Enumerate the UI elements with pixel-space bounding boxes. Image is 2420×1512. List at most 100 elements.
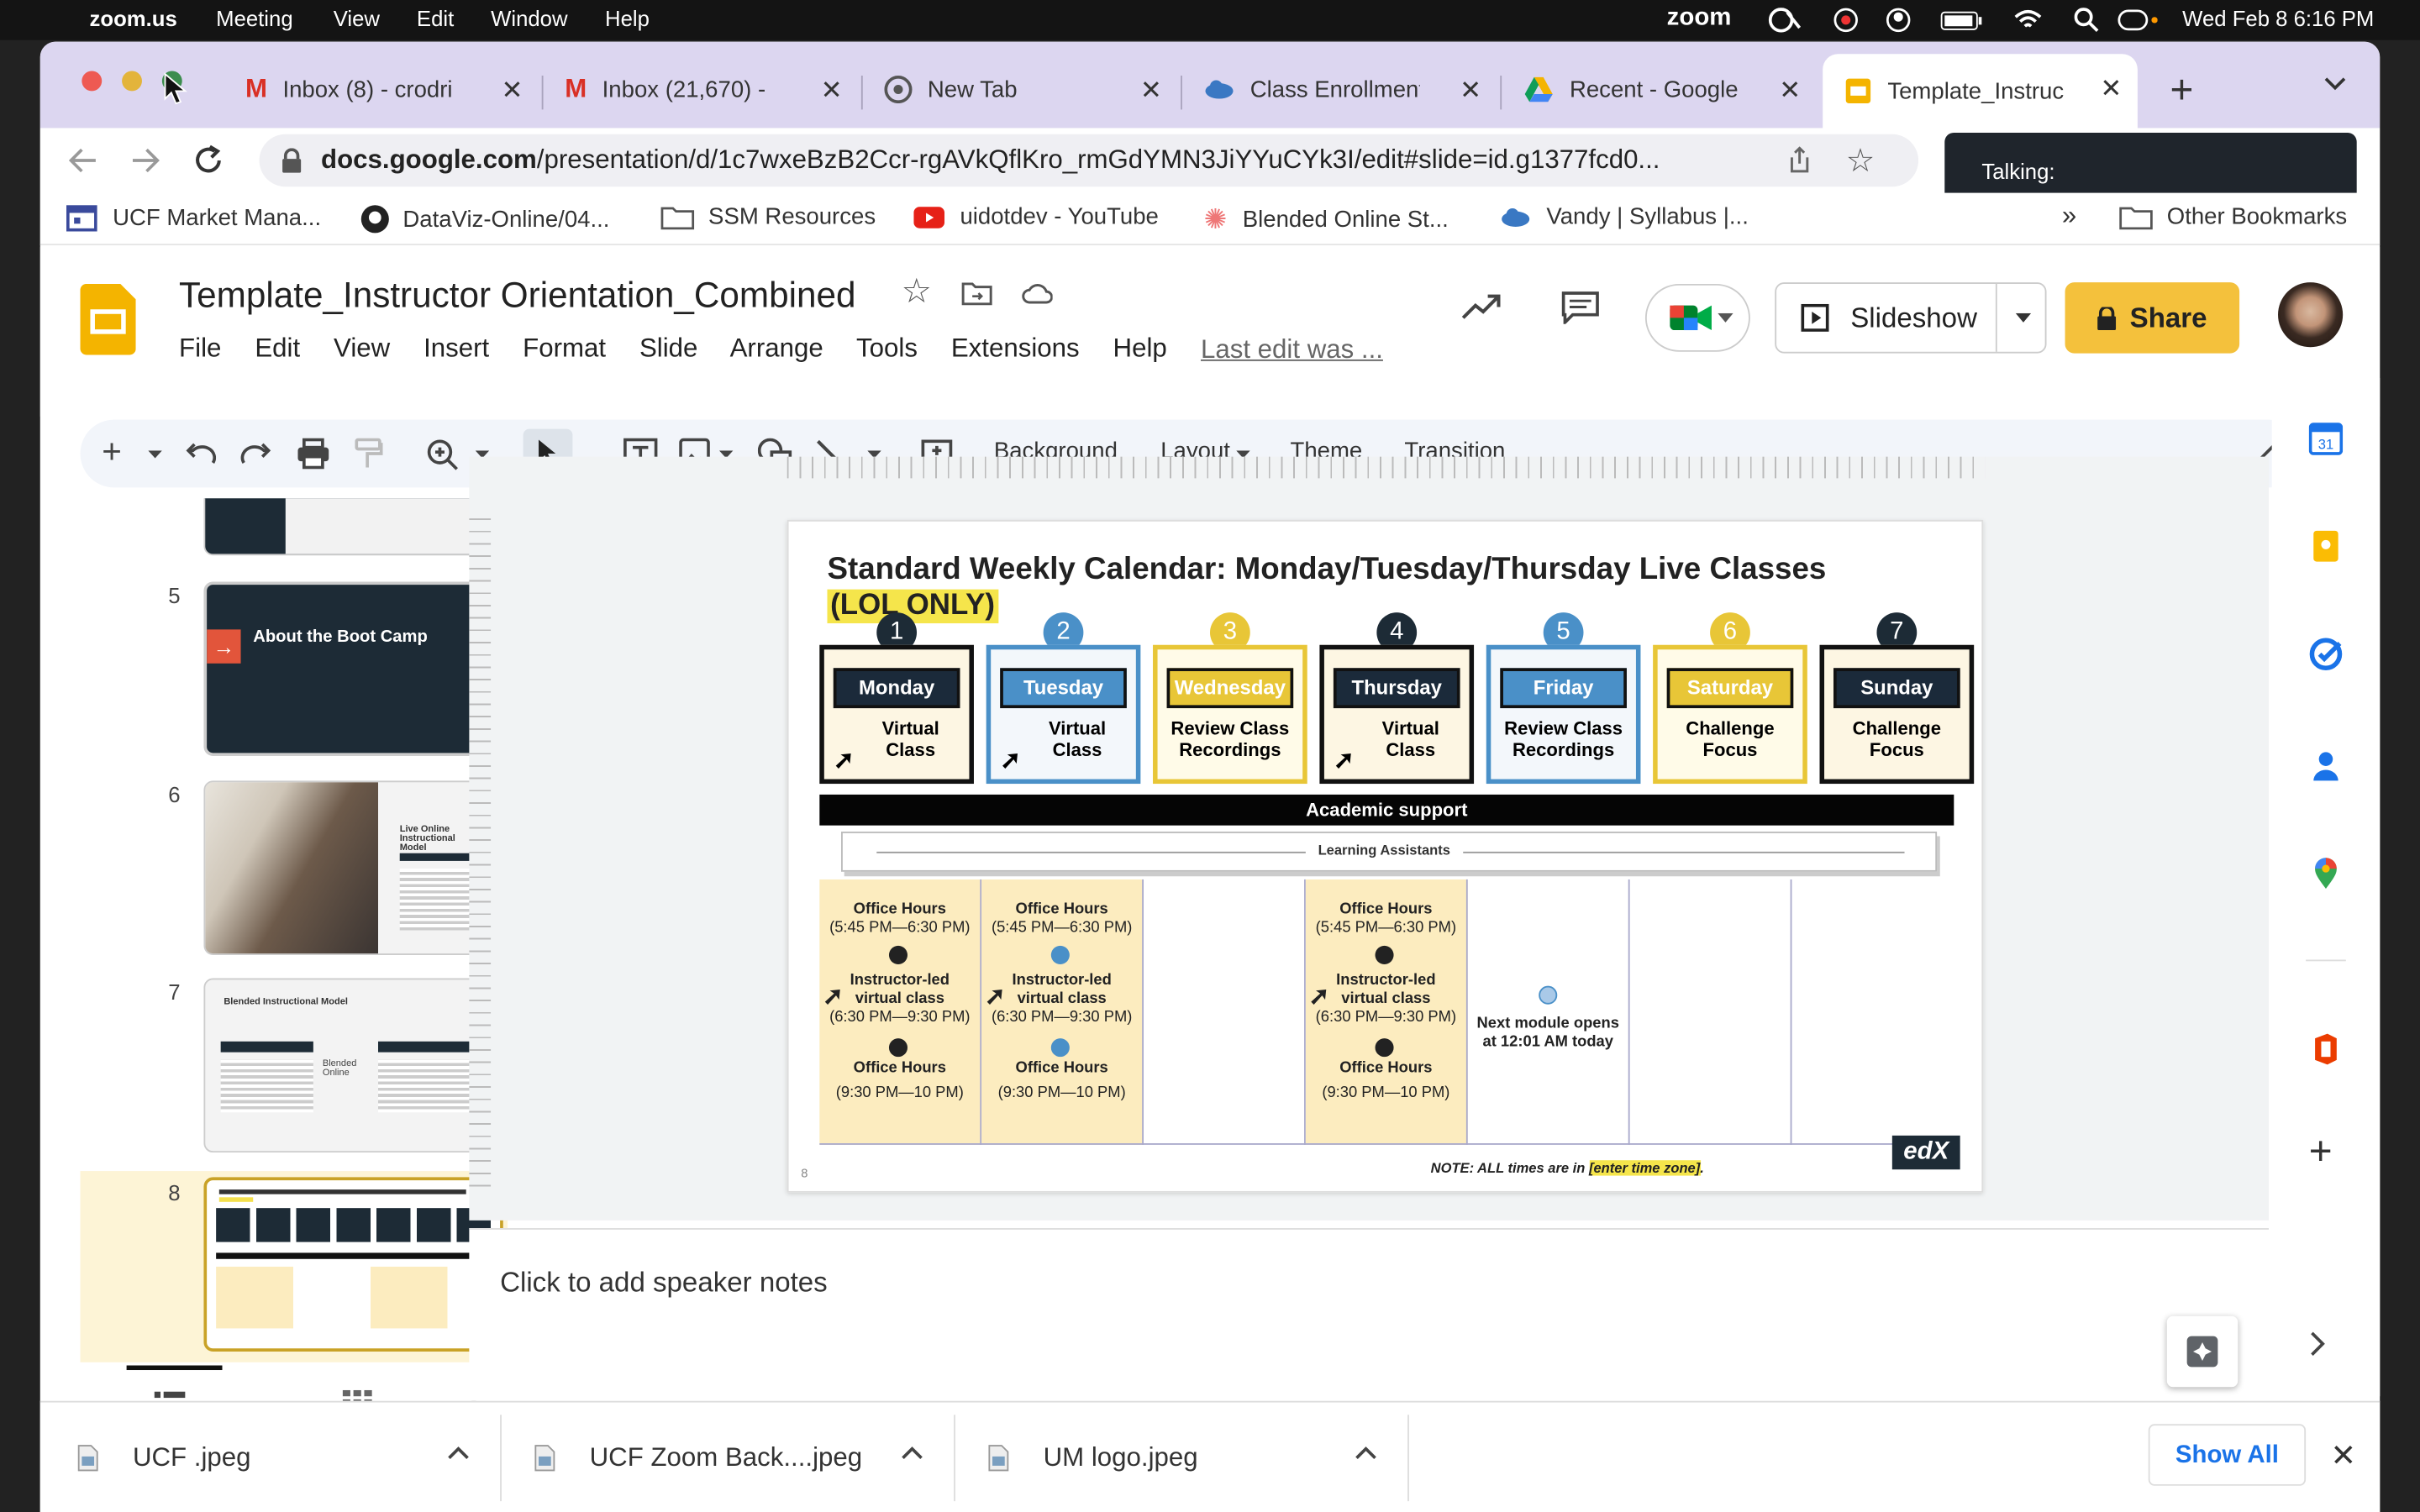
new-slide-plus-icon[interactable]: +: [102, 432, 122, 472]
download-item-ucf-zoom-back[interactable]: UCF Zoom Back....jpeg: [534, 1427, 923, 1488]
meet-button[interactable]: [1644, 283, 1750, 352]
slide-8[interactable]: Standard Weekly Calendar: Monday/Tuesday…: [786, 519, 1984, 1193]
slide-thumbnail-5[interactable]: → About the Boot Camp: [203, 581, 503, 756]
reload-icon[interactable]: [192, 144, 225, 177]
menu-slide[interactable]: Slide: [639, 333, 697, 363]
menu-edit[interactable]: Edit: [255, 333, 300, 363]
tab-template-instructor[interactable]: Template_Instruc ✕: [1823, 54, 2138, 129]
menu-tools[interactable]: Tools: [856, 333, 918, 363]
menubar-item-view[interactable]: View: [334, 6, 380, 30]
paint-format-icon[interactable]: [355, 438, 383, 470]
redo-icon[interactable]: [240, 441, 272, 465]
close-tab-icon[interactable]: ✕: [1779, 76, 1801, 107]
slide-thumbnail-6[interactable]: Live Online Instructional Model: [203, 780, 503, 955]
close-tab-icon[interactable]: ✕: [1140, 76, 1162, 107]
bookmarks-overflow-icon[interactable]: »: [2062, 201, 2076, 232]
tasks-icon[interactable]: [2309, 638, 2343, 671]
share-page-icon[interactable]: [1787, 146, 1812, 174]
show-all-button[interactable]: Show All: [2148, 1424, 2307, 1486]
bookmark-blended-online[interactable]: ✺ Blended Online St...: [1204, 203, 1449, 236]
last-edit-link[interactable]: Last edit was ...: [1201, 335, 1383, 366]
menubar-datetime[interactable]: Wed Feb 8 6:16 PM: [2182, 6, 2374, 30]
menu-help[interactable]: Help: [1113, 333, 1167, 363]
menubar-app-name[interactable]: zoom.us: [90, 6, 177, 30]
menubar-item-window[interactable]: Window: [491, 6, 567, 30]
slide-thumbnail-4[interactable]: [203, 498, 503, 556]
menu-arrange[interactable]: Arrange: [730, 333, 823, 363]
slideshow-button[interactable]: Slideshow: [1775, 282, 2048, 354]
wifi-icon[interactable]: [2012, 8, 2044, 32]
spotlight-search-icon[interactable]: [2074, 8, 2099, 33]
close-tab-icon[interactable]: ✕: [2100, 74, 2122, 105]
close-tab-icon[interactable]: ✕: [821, 76, 843, 107]
explore-button[interactable]: [2166, 1315, 2238, 1388]
move-folder-icon[interactable]: [961, 281, 992, 306]
bookmark-other[interactable]: Other Bookmarks: [2119, 203, 2347, 230]
menu-insert[interactable]: Insert: [424, 333, 489, 363]
download-options-chevron-icon[interactable]: [1355, 1446, 1377, 1460]
add-addon-plus-icon[interactable]: +: [2309, 1131, 2343, 1171]
tab-new-tab[interactable]: New Tab ✕: [884, 63, 1162, 115]
zoom-status-label[interactable]: zoom: [1667, 5, 1732, 33]
download-options-chevron-icon[interactable]: [448, 1446, 470, 1460]
tab-recent-google-drive[interactable]: Recent - Google D ✕: [1523, 63, 1801, 115]
star-icon[interactable]: ☆: [902, 271, 932, 312]
bookmark-ucf-market[interactable]: UCF Market Mana...: [66, 203, 321, 232]
forward-arrow-icon[interactable]: [129, 145, 160, 176]
tab-search-chevron-icon[interactable]: [2324, 76, 2346, 91]
menu-file[interactable]: File: [179, 333, 221, 363]
user-icon[interactable]: [1886, 8, 1911, 33]
speaker-notes[interactable]: Click to add speaker notes: [469, 1228, 2270, 1401]
contacts-icon[interactable]: [2309, 748, 2343, 782]
slide-thumbnail-8[interactable]: [203, 1177, 503, 1352]
avatar[interactable]: [2278, 282, 2344, 348]
new-tab-button[interactable]: +: [2170, 66, 2193, 114]
close-tab-icon[interactable]: ✕: [1460, 76, 1481, 107]
maps-icon[interactable]: [2309, 856, 2343, 890]
download-item-um-logo[interactable]: UM logo.jpeg: [988, 1427, 1376, 1488]
back-arrow-icon[interactable]: [68, 145, 99, 176]
print-icon[interactable]: [297, 438, 330, 470]
menu-format[interactable]: Format: [523, 333, 606, 363]
menubar-item-edit[interactable]: Edit: [417, 6, 454, 30]
share-button[interactable]: Share: [2065, 282, 2240, 354]
close-window-icon[interactable]: [82, 71, 103, 92]
calendar-icon[interactable]: 31: [2308, 421, 2344, 455]
slides-logo-icon[interactable]: [80, 283, 136, 355]
battery-icon[interactable]: [1940, 11, 1983, 31]
activity-trend-icon[interactable]: [1461, 293, 1502, 321]
minimize-window-icon[interactable]: [122, 71, 142, 92]
bookmark-ssm-resources[interactable]: SSM Resources: [660, 203, 876, 230]
office-addon-icon[interactable]: [2309, 1032, 2343, 1066]
bookmark-uidotdev[interactable]: uidotdev - YouTube: [913, 203, 1159, 230]
menu-extensions[interactable]: Extensions: [951, 333, 1080, 363]
keep-icon[interactable]: [2309, 529, 2343, 563]
document-title[interactable]: Template_Instructor Orientation_Combined: [179, 275, 855, 317]
cloud-status-icon[interactable]: [1022, 282, 1053, 304]
record-icon[interactable]: [1833, 8, 1858, 33]
menubar-item-help[interactable]: Help: [605, 6, 650, 30]
bookmark-star-icon[interactable]: ☆: [1846, 142, 1876, 181]
tab-class-enrollments[interactable]: Class Enrollments ✕: [1204, 63, 1481, 115]
screen-share-icon[interactable]: [1765, 8, 1802, 33]
close-tab-icon[interactable]: ✕: [501, 76, 523, 107]
close-downloads-icon[interactable]: ✕: [2330, 1436, 2356, 1475]
undo-icon[interactable]: [185, 441, 217, 465]
download-item-ucf[interactable]: UCF .jpeg: [77, 1427, 469, 1488]
tab-inbox-1[interactable]: M Inbox (8) - crodrig ✕: [245, 63, 523, 115]
zoom-icon[interactable]: [426, 438, 460, 472]
tab-inbox-2[interactable]: M Inbox (21,670) - r ✕: [565, 63, 843, 115]
new-slide-layout-chevron-icon[interactable]: [148, 450, 162, 459]
menubar-item-meeting[interactable]: Meeting: [216, 6, 292, 30]
speaker-notes-placeholder[interactable]: Click to add speaker notes: [500, 1267, 828, 1299]
expand-panel-chevron-icon[interactable]: [2309, 1331, 2343, 1365]
download-options-chevron-icon[interactable]: [902, 1446, 923, 1460]
control-center-icon[interactable]: [2118, 8, 2158, 32]
slideshow-options-chevron-icon[interactable]: [1995, 283, 2048, 352]
slide-thumbnail-7[interactable]: Blended Instructional Model Blended Onlin…: [203, 978, 503, 1153]
menu-view[interactable]: View: [334, 333, 390, 363]
omnibox[interactable]: docs.google.com /presentation/d/1c7wxeBz…: [259, 134, 1919, 187]
comments-icon[interactable]: [1560, 290, 1601, 324]
bookmark-vandy-syllabus[interactable]: Vandy | Syllabus |...: [1500, 203, 1749, 230]
bookmark-dataviz[interactable]: DataViz-Online/04...: [360, 203, 609, 234]
